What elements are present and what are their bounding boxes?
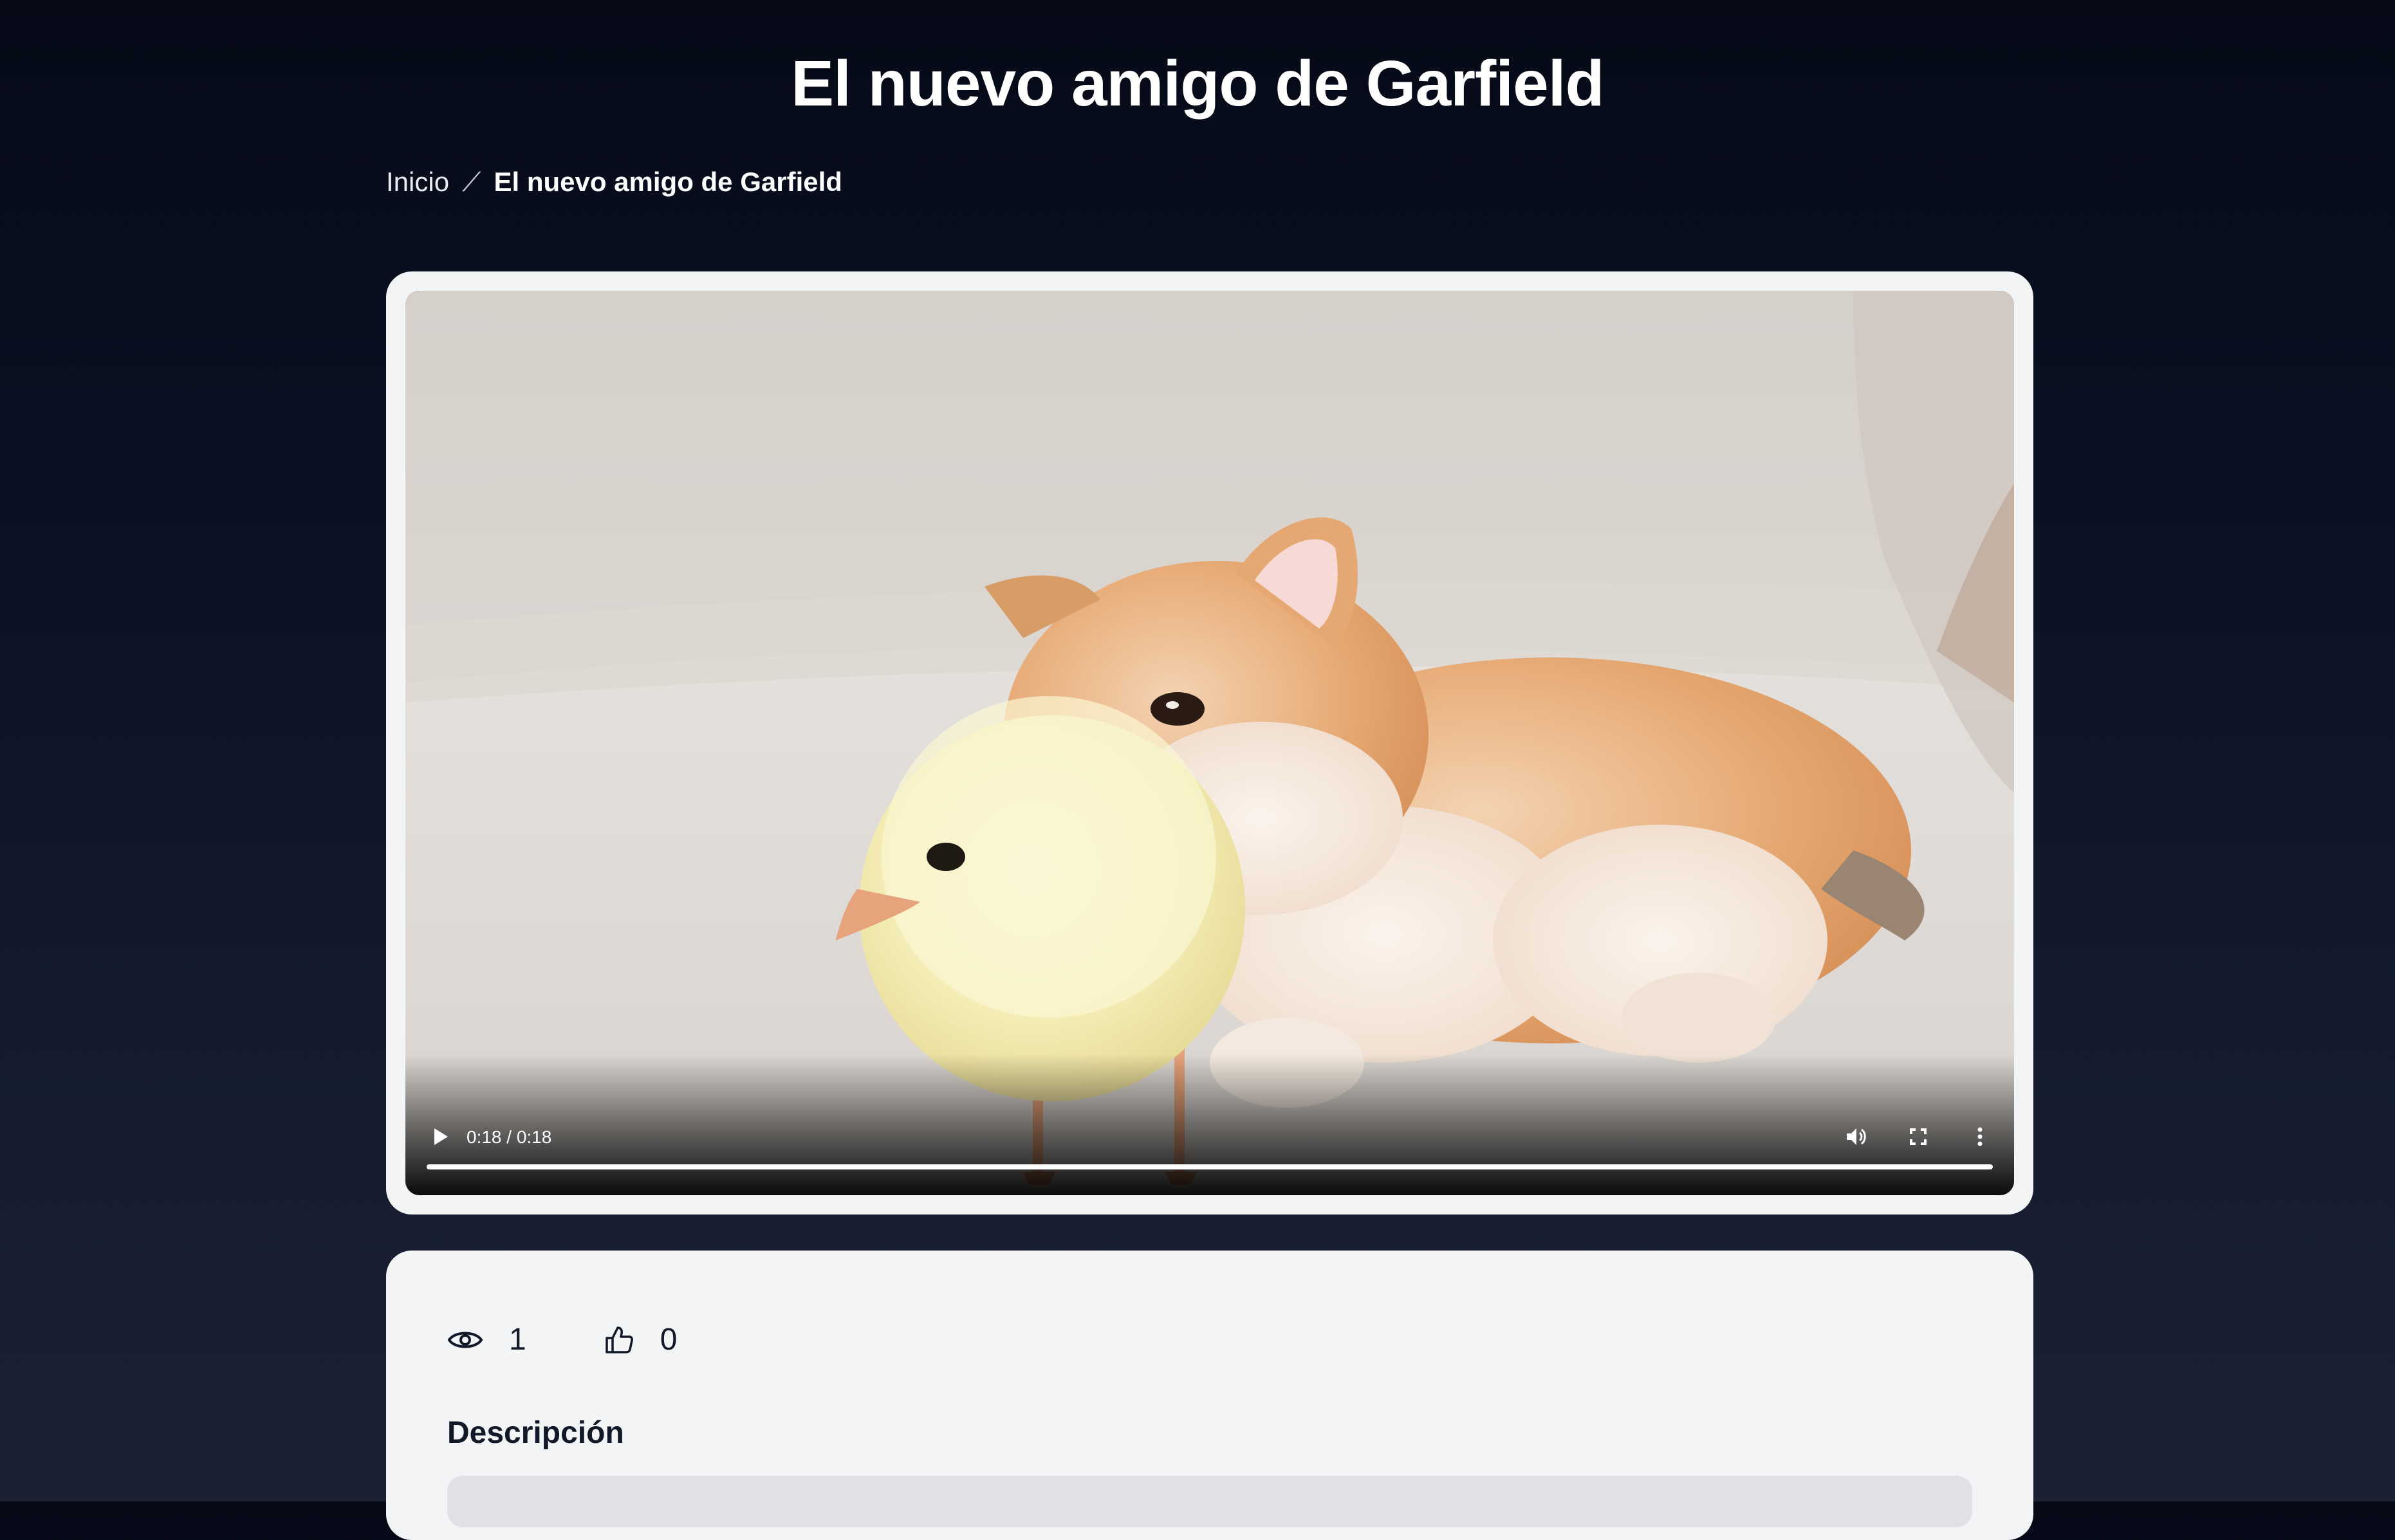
breadcrumb-separator: ⟋ xyxy=(462,167,481,197)
more-options-button[interactable] xyxy=(1964,1121,1996,1153)
video-time: 0:18 / 0:18 xyxy=(467,1127,552,1147)
progress-fill xyxy=(427,1164,1993,1169)
description-box xyxy=(447,1476,1972,1527)
likes-stat[interactable]: 0 xyxy=(604,1322,678,1357)
fullscreen-button[interactable] xyxy=(1902,1121,1934,1153)
thumbs-up-icon[interactable] xyxy=(604,1325,634,1355)
breadcrumb-current: El nuevo amigo de Garfield xyxy=(494,167,842,197)
page-title: El nuevo amigo de Garfield xyxy=(791,48,1604,120)
volume-icon xyxy=(1847,1128,1866,1145)
progress-bar[interactable] xyxy=(427,1164,1993,1169)
likes-count: 0 xyxy=(660,1323,678,1357)
views-stat: 1 xyxy=(447,1322,526,1357)
description-heading: Descripción xyxy=(447,1416,624,1450)
volume-button[interactable] xyxy=(1840,1121,1873,1153)
views-count: 1 xyxy=(509,1323,526,1357)
breadcrumb-home-link[interactable]: Inicio xyxy=(386,164,449,200)
video-stats: 1 0 xyxy=(447,1322,677,1357)
play-icon xyxy=(434,1128,448,1145)
more-vert-icon xyxy=(1977,1127,1983,1146)
controls-gradient xyxy=(405,1054,2014,1195)
fullscreen-icon xyxy=(1910,1128,1927,1145)
breadcrumb: Inicio ⟋ El nuevo amigo de Garfield xyxy=(386,164,842,200)
video-card: 0:18 / 0:18 xyxy=(386,271,2033,1215)
play-button[interactable] xyxy=(425,1121,457,1153)
video-player[interactable]: 0:18 / 0:18 xyxy=(405,291,2014,1195)
eye-icon xyxy=(447,1332,483,1348)
